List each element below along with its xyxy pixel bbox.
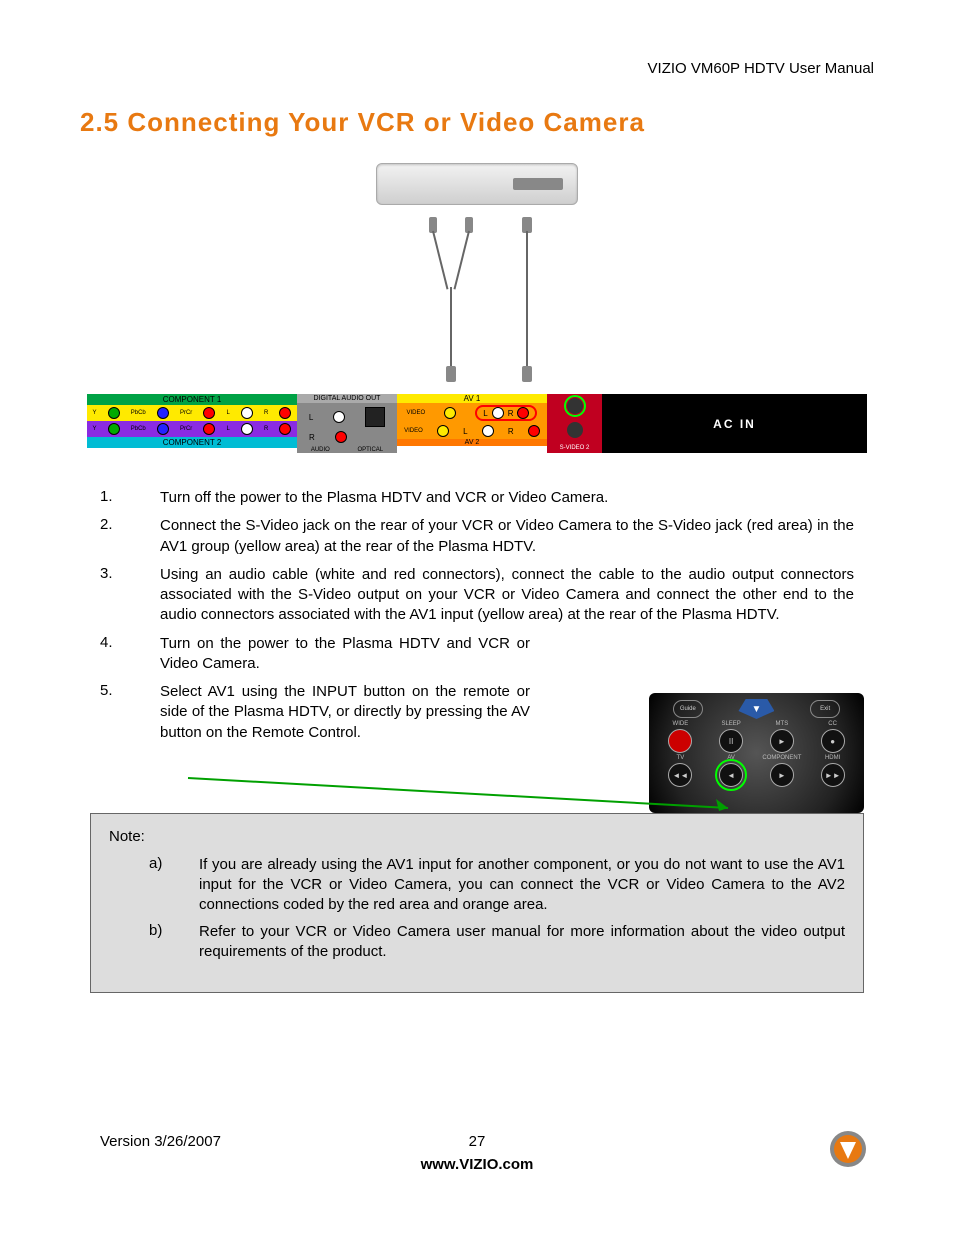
down-button: ▼	[738, 699, 774, 719]
step-text: Turn on the power to the Plasma HDTV and…	[160, 634, 530, 675]
rear-panel-diagram: COMPONENT 1 Y PbCb PrCr L R Y PbCb PrCr …	[87, 394, 867, 453]
note-text: Refer to your VCR or Video Camera user m…	[199, 922, 845, 963]
step-text: Using an audio cable (white and red conn…	[160, 565, 854, 626]
step-number: 3.	[100, 565, 160, 626]
hdmi-button: ►►	[821, 763, 845, 787]
optical-label: OPTICAL	[357, 447, 383, 453]
av-label: AV	[711, 755, 751, 761]
audio-label: AUDIO	[311, 447, 330, 453]
sleep-button: II	[719, 729, 743, 753]
step-text: Connect the S-Video jack on the rear of …	[160, 516, 854, 557]
note-letter: b)	[149, 922, 199, 963]
audio-cable-icon	[421, 217, 481, 382]
svideo1-jack-icon	[567, 398, 583, 414]
tv-label: TV	[660, 755, 700, 761]
tv-button: ◄◄	[668, 763, 692, 787]
guide-button: Guide	[673, 700, 703, 718]
svideo2-jack-icon	[567, 422, 583, 438]
svideo-cable-icon	[521, 217, 533, 382]
step-text: Select AV1 using the INPUT button on the…	[160, 682, 530, 743]
section-title: 2.5 Connecting Your VCR or Video Camera	[80, 107, 874, 138]
audio-highlight-icon: L R	[475, 405, 537, 421]
svideo2-label: S-VIDEO 2	[560, 445, 590, 451]
page-number: 27	[469, 1133, 486, 1150]
note-title: Note:	[109, 828, 845, 845]
exit-button: Exit	[810, 700, 840, 718]
wide-label: WIDE	[660, 721, 700, 727]
ac-in-label: AC IN	[602, 394, 867, 453]
step-number: 2.	[100, 516, 160, 557]
footer-url: www.VIZIO.com	[80, 1156, 874, 1173]
arrow-indicator-icon	[188, 778, 718, 798]
cc-button: ●	[821, 729, 845, 753]
av2-label: AV 2	[397, 439, 547, 446]
svideo-panel: S-VIDEO 2	[547, 394, 602, 453]
mts-button: ►	[770, 729, 794, 753]
step-number: 1.	[100, 488, 160, 508]
step-text: Turn off the power to the Plasma HDTV an…	[160, 488, 854, 508]
digital-audio-label: DIGITAL AUDIO OUT	[297, 394, 397, 403]
version-text: Version 3/26/2007	[100, 1133, 221, 1150]
video-label-2: VIDEO	[404, 428, 423, 434]
sleep-label: SLEEP	[711, 721, 751, 727]
mts-label: MTS	[762, 721, 802, 727]
av1-label: AV 1	[397, 394, 547, 403]
note-box: Note: a) If you are already using the AV…	[90, 813, 864, 993]
note-letter: a)	[149, 855, 199, 916]
av-button: ◄	[719, 763, 743, 787]
diagram-vcr	[80, 163, 874, 382]
component2-label: COMPONENT 2	[87, 437, 297, 448]
optical-port-icon	[365, 407, 385, 427]
vizio-logo-icon	[828, 1129, 868, 1169]
note-text: If you are already using the AV1 input f…	[199, 855, 845, 916]
remote-image: Guide ▼ Exit WIDE SLEEP MTS CC II ► ● TV…	[649, 693, 864, 813]
step-number: 5.	[100, 682, 160, 743]
video-label: VIDEO	[407, 410, 426, 416]
component-button: ►	[770, 763, 794, 787]
component-label: COMPONENT	[762, 755, 802, 761]
component1-label: COMPONENT 1	[87, 394, 297, 405]
wide-button	[668, 729, 692, 753]
steps-list: 1. Turn off the power to the Plasma HDTV…	[100, 488, 854, 743]
doc-header: VIZIO VM60P HDTV User Manual	[80, 60, 874, 77]
vcr-device-icon	[376, 163, 578, 205]
cc-label: CC	[813, 721, 853, 727]
hdmi-label: HDMI	[813, 755, 853, 761]
footer: Version 3/26/2007 27 www.VIZIO.com	[80, 1133, 874, 1173]
step-number: 4.	[100, 634, 160, 675]
